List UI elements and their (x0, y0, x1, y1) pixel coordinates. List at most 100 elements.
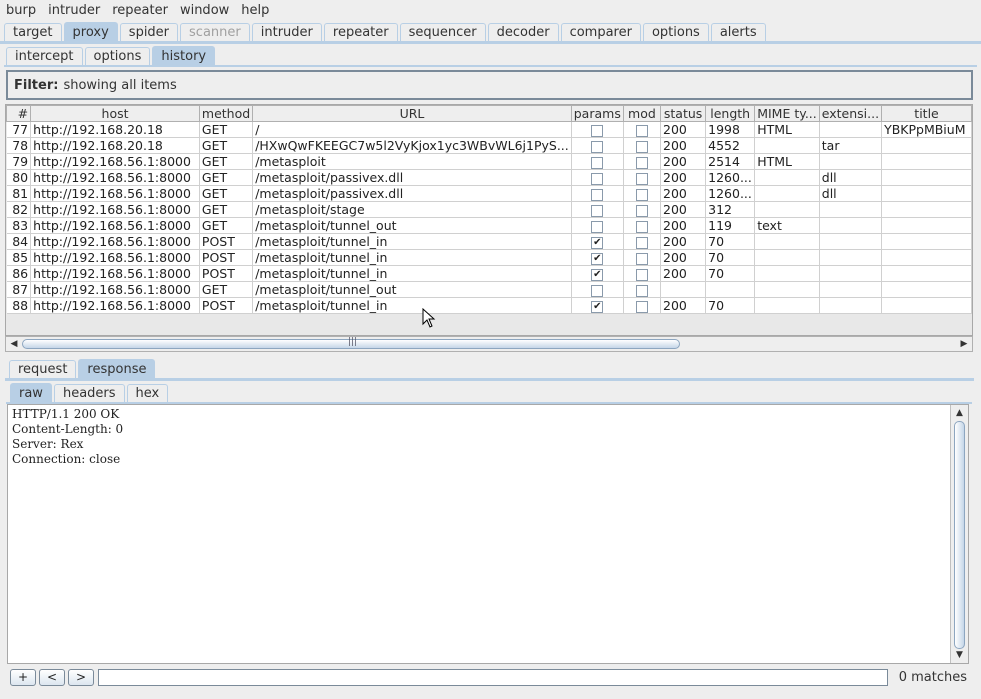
table-row[interactable]: 80 http://192.168.56.1:8000 GET/metasploit… (6, 169, 972, 186)
params-checkbox-icon (591, 156, 604, 169)
row-status: 200 (660, 121, 707, 138)
table-row[interactable]: 85 http://192.168.56.1:8000 POST/metasploi… (6, 249, 972, 266)
tab-repeater[interactable]: repeater (323, 23, 398, 41)
scroll-right-icon[interactable]: ▶ (957, 337, 971, 351)
tab-headers[interactable]: headers (53, 384, 125, 402)
grip-icon: ||| (348, 337, 358, 347)
search-next-button[interactable]: > (68, 668, 94, 686)
col-header-status[interactable]: status (660, 105, 707, 122)
col-header-title[interactable]: title (881, 105, 972, 122)
col-header-num[interactable]: # (6, 105, 32, 122)
tab-options[interactable]: options (642, 23, 709, 41)
table-row[interactable]: 87 http://192.168.56.1:8000 GET/metasploit… (6, 281, 972, 298)
mod-checkbox-icon (635, 188, 648, 201)
table-row[interactable]: 88 http://192.168.56.1:8000 POST/metasploi… (6, 297, 972, 314)
row-url: /HXwQwFKEEGC7w5l2VyKjox1yc3WBvWL6j1PyS..… (252, 137, 572, 154)
tab-spider[interactable]: spider (119, 23, 179, 41)
row-mime (754, 249, 820, 266)
table-horizontal-scrollbar[interactable]: ◀ ||| ▶ (5, 336, 973, 352)
table-row[interactable]: 81 http://192.168.56.1:8000 GET/metasploit… (6, 185, 972, 202)
tab-intruder[interactable]: intruder (251, 23, 322, 41)
search-previous-button[interactable]: < (39, 668, 65, 686)
tab-response[interactable]: response (78, 359, 156, 378)
col-header-method[interactable]: method (198, 105, 254, 122)
col-header-length[interactable]: length (705, 105, 756, 122)
row-length: 312 (705, 201, 756, 218)
table-row[interactable]: 78 http://192.168.20.18 GET/HXwQwFKEEGC7w5… (6, 137, 972, 154)
tab-sequencer[interactable]: sequencer (399, 23, 486, 41)
filter-bar[interactable]: Filter: showing all items (6, 70, 973, 100)
search-options-button[interactable]: + (10, 668, 36, 686)
menu-window[interactable]: window (174, 3, 235, 18)
tab-intercept[interactable]: intercept (6, 47, 83, 65)
table-row[interactable]: 79 http://192.168.56.1:8000 GET/metasploit… (6, 153, 972, 170)
table-row[interactable]: 82 http://192.168.56.1:8000 GET/metasploit… (6, 201, 972, 218)
col-header-mod[interactable]: mod (622, 105, 662, 122)
tab-proxy[interactable]: proxy (63, 22, 118, 41)
main-tab-underline (0, 41, 981, 44)
menu-bar: burp intruder repeater window help (0, 0, 981, 20)
scroll-down-icon[interactable]: ▼ (951, 648, 968, 662)
row-method: GET (199, 169, 254, 186)
row-host: http://192.168.56.1:8000 (30, 233, 200, 250)
scroll-up-icon[interactable]: ▲ (951, 406, 968, 420)
tab-request[interactable]: request (9, 360, 77, 378)
tab-comparer[interactable]: comparer (560, 23, 641, 41)
tab-raw[interactable]: raw (10, 383, 52, 402)
row-host: http://192.168.56.1:8000 (30, 297, 200, 314)
row-mime (754, 281, 820, 298)
row-params (571, 169, 624, 186)
tab-target[interactable]: target (4, 23, 62, 41)
row-params (571, 137, 624, 154)
row-extension: dll (819, 169, 883, 186)
scrollbar-thumb-vertical[interactable] (954, 421, 965, 649)
tab-decoder[interactable]: decoder (487, 23, 559, 41)
main-tab-strip: target proxy spider scanner intruder rep… (4, 22, 768, 41)
tab-proxy-options[interactable]: options (84, 47, 151, 65)
col-header-params[interactable]: params (570, 105, 624, 122)
row-extension (819, 265, 883, 282)
row-host: http://192.168.56.1:8000 (30, 185, 200, 202)
mod-checkbox-icon (635, 252, 648, 265)
row-number: 87 (6, 281, 32, 298)
table-row[interactable]: 83 http://192.168.56.1:8000 GET/metasploit… (6, 217, 972, 234)
row-mod (623, 185, 662, 202)
row-params (571, 185, 624, 202)
tab-alerts[interactable]: alerts (710, 23, 766, 41)
table-row[interactable]: 84 http://192.168.56.1:8000 POST/metasploi… (6, 233, 972, 250)
scroll-left-icon[interactable]: ◀ (7, 337, 21, 351)
menu-help[interactable]: help (235, 3, 275, 18)
params-checkbox-icon (591, 220, 604, 233)
table-row[interactable]: 86 http://192.168.56.1:8000 POST/metasploi… (6, 265, 972, 282)
mod-checkbox-icon (635, 156, 648, 169)
row-number: 83 (6, 217, 32, 234)
search-input[interactable] (98, 668, 888, 686)
table-row[interactable]: 77 http://192.168.20.18 GET/ 200 1998 HTML YBK… (6, 121, 972, 138)
mod-checkbox-icon (635, 204, 648, 217)
mod-checkbox-icon (635, 268, 648, 281)
row-number: 77 (6, 121, 32, 138)
menu-intruder[interactable]: intruder (42, 3, 106, 18)
row-method: POST (199, 249, 254, 266)
menu-repeater[interactable]: repeater (106, 3, 174, 18)
row-extension (819, 217, 883, 234)
col-header-extension[interactable]: extensi... (818, 105, 883, 122)
row-method: GET (199, 217, 254, 234)
row-length: 2514 (705, 153, 756, 170)
row-method: GET (199, 201, 254, 218)
col-header-url[interactable]: URL (252, 105, 572, 122)
params-checkbox-icon (591, 124, 604, 137)
row-status: 200 (660, 233, 707, 250)
col-header-host[interactable]: host (30, 105, 200, 122)
scrollbar-thumb[interactable]: ||| (22, 337, 680, 349)
tab-history[interactable]: history (152, 46, 216, 65)
row-mod (623, 153, 662, 170)
row-url: /metasploit/tunnel_in (252, 233, 572, 250)
menu-burp[interactable]: burp (0, 3, 42, 18)
response-vertical-scrollbar[interactable]: ▲ ▼ (950, 405, 968, 663)
response-raw-text[interactable]: HTTP/1.1 200 OK Content-Length: 0 Server… (12, 407, 947, 661)
row-params (571, 281, 624, 298)
col-header-mime[interactable]: MIME ty... (754, 105, 820, 122)
row-length: 4552 (705, 137, 756, 154)
tab-hex[interactable]: hex (126, 384, 169, 402)
